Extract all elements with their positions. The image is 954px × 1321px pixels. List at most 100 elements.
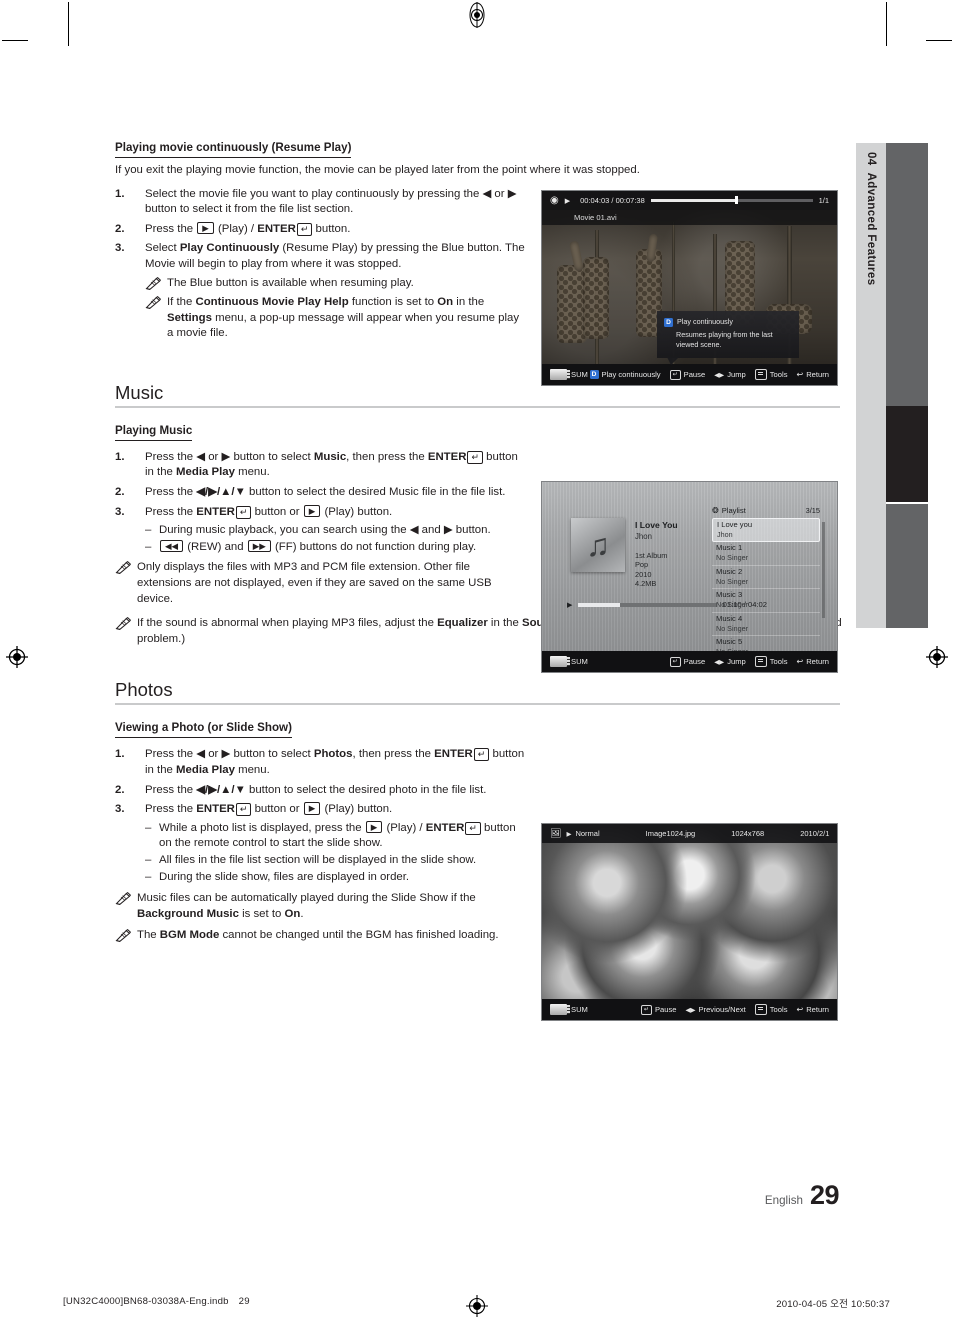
chapter-tab-label: 04 Advanced Features (856, 143, 886, 628)
step-text: or (205, 450, 222, 463)
popup-body: Resumes playing from the last viewed sce… (676, 329, 773, 350)
rewind-key-icon: ◀◀ (160, 539, 184, 553)
play-key-icon: ▶ (365, 820, 383, 834)
list-item[interactable]: Music 1 No Singer (712, 542, 820, 566)
step-item: 1. Press the ◀ or ▶ button to select Pho… (115, 747, 525, 778)
playlist-scrollbar[interactable] (822, 522, 825, 618)
left-right-arrow-icon: ◀▶ (714, 371, 725, 379)
dash-text: While a photo list is displayed, press t… (159, 821, 365, 834)
playlist-item-title: Music 1 (716, 543, 743, 553)
hint-pause[interactable]: ↵ Pause (669, 656, 705, 667)
playlist-item-title: Music 2 (716, 566, 743, 576)
hint-label: Return (806, 1005, 829, 1014)
playlist-count: 3/15 (805, 506, 820, 515)
playlist-item-title: I Love you (717, 520, 753, 529)
chapter-title: Advanced Features (865, 172, 877, 286)
step-number: 1. (115, 748, 125, 761)
step-text: (Play) button. (321, 803, 393, 816)
usb-source-chip[interactable]: SUM (550, 369, 588, 380)
dash-text: (FF) buttons do not function during play… (271, 540, 477, 553)
step-number: 2. (115, 486, 125, 499)
music-progress-bar[interactable] (578, 602, 717, 607)
media-icon: ◉ (550, 195, 559, 206)
note-emphasis: BGM Mode (159, 929, 220, 942)
list-item[interactable]: Music 3 No Singer (712, 589, 820, 613)
hint-jump[interactable]: ◀▶ Jump (714, 657, 746, 666)
play-key-icon: ▶ (197, 221, 214, 235)
enter-label: ENTER (257, 222, 296, 235)
playlist-item-singer: No Singer (716, 576, 748, 586)
page-number-block: English 29 (764, 1180, 840, 1211)
hint-tools[interactable]: Tools (754, 656, 788, 667)
pencil-icon (115, 892, 132, 906)
playlist-header: ❂ Playlist 3/15 (712, 506, 820, 515)
step-emphasis: Play Continuously (179, 242, 280, 255)
source-label: SUM (571, 370, 588, 379)
chapter-number: 04 (865, 152, 877, 166)
direction-arrows-icon: ◀/▶/▲/▼ (196, 486, 246, 499)
dash-bullet: – (145, 853, 152, 866)
resume-play-steps-column: 1. Select the movie file you want to pla… (115, 187, 525, 342)
step-text: Select (145, 242, 180, 255)
crop-mark-top-right-vertical (886, 2, 887, 46)
hint-tools[interactable]: Tools (754, 369, 788, 380)
hint-play-continuously[interactable]: D Play continuously (589, 370, 661, 379)
playlist-icon: ❂ (712, 506, 719, 515)
footer-timestamp: 2010-04-05 오전 10:50:37 (776, 1299, 890, 1310)
photo-mode: Normal (575, 829, 600, 838)
playing-music-heading: Playing Music (115, 423, 193, 441)
hint-tools[interactable]: Tools (754, 1004, 788, 1015)
hint-pause[interactable]: ↵ Pause (669, 369, 705, 380)
list-item[interactable]: Music 4 No Singer (712, 613, 820, 637)
enter-key-icon: ↵ (296, 222, 313, 236)
step-number: 3. (115, 803, 125, 816)
photo-top-bar: 🖼 ▶ Normal Image1024.jpg 1024x768 2010/2… (542, 824, 837, 843)
enter-key-icon: ↵ (235, 803, 252, 817)
usb-source-chip[interactable]: SUM (550, 1004, 588, 1015)
left-right-arrow-icon: ◀▶ (685, 1006, 696, 1014)
hint-previous-next[interactable]: ◀▶ Previous/Next (685, 1005, 745, 1014)
hint-jump[interactable]: ◀▶ Jump (714, 370, 746, 379)
step-text: Press the (145, 222, 197, 235)
usb-source-chip[interactable]: SUM (550, 656, 588, 667)
note-emphasis: Background Music (137, 907, 239, 920)
chapter-tab-bar-bottom (886, 504, 928, 628)
step-item: 3. Select Play Continuously (Resume Play… (115, 241, 525, 342)
popup-title: Play continuously (677, 317, 733, 326)
step-number: 1. (115, 450, 125, 463)
photo-icon: 🖼 (550, 828, 562, 838)
photo-hint-group: ↵ Pause ◀▶ Previous/Next Tools ↩ Return (640, 1004, 830, 1015)
note-text: cannot be changed until the BGM has fini… (219, 929, 499, 942)
step-number: 1. (115, 187, 125, 200)
step-text: or (205, 748, 222, 761)
hint-return[interactable]: ↩ Return (797, 1005, 830, 1014)
photo-bottom-bar: SUM ↵ Pause ◀▶ Previous/Next Tools ↩ Return (542, 999, 837, 1020)
step-text: , then press the (346, 450, 428, 463)
hint-return[interactable]: ↩ Return (797, 657, 830, 666)
step-number: 3. (115, 505, 125, 518)
left-arrow-icon: ◀ (482, 187, 492, 200)
note-text: Music files can be automatically played … (137, 892, 476, 905)
list-item[interactable]: I Love you Jhon (712, 518, 820, 543)
crop-mark-top-left-vertical (68, 2, 69, 46)
return-icon: ↩ (796, 370, 804, 379)
list-item[interactable]: Music 2 No Singer (712, 566, 820, 590)
hint-label: Return (806, 657, 829, 666)
movie-progress-bar[interactable] (650, 196, 813, 204)
dash-text: (REW) and (184, 540, 247, 553)
note-text: is set to (238, 907, 285, 920)
popup-title-row: D Play continuously (664, 317, 792, 328)
page-language: English (764, 1194, 803, 1207)
step-text: (Play) button. (321, 505, 393, 518)
photo-filename: Image1024.jpg (645, 829, 696, 838)
play-key-icon: ▶ (303, 504, 321, 518)
movie-progress-handle[interactable] (734, 196, 738, 204)
note-text: Only displays the files with MP3 and PCM… (137, 561, 492, 605)
track-artist: Jhon (635, 532, 652, 541)
note-text: If the sound is abnormal when playing MP… (137, 617, 438, 630)
left-right-arrow-icon: ◀▶ (714, 658, 725, 666)
hint-pause[interactable]: ↵ Pause (640, 1004, 676, 1015)
note-emphasis: On (437, 296, 454, 309)
chapter-tab: 04 Advanced Features (856, 143, 886, 628)
hint-return[interactable]: ↩ Return (797, 370, 830, 379)
